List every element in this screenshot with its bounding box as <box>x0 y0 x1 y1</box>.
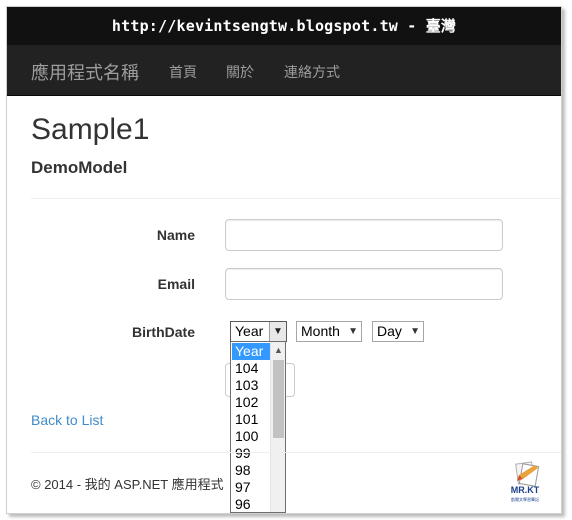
year-option[interactable]: 103 <box>232 377 270 394</box>
svg-text:MR.KT: MR.KT <box>511 485 540 495</box>
year-option[interactable]: 104 <box>232 360 270 377</box>
chevron-up-icon[interactable]: ▲ <box>271 342 285 358</box>
footer-divider <box>31 452 561 453</box>
navbar-brand[interactable]: 應用程式名稱 <box>31 59 139 85</box>
year-option[interactable]: Year <box>232 343 270 360</box>
nav-item-contact[interactable]: 連絡方式 <box>284 62 340 82</box>
year-option[interactable]: 98 <box>232 462 270 479</box>
year-select[interactable]: Year ▼ <box>230 321 287 342</box>
birthdate-label: BirthDate <box>131 324 195 340</box>
back-to-list-link[interactable]: Back to List <box>31 412 103 428</box>
mrkt-logo: MR.KT 凱爾文學習筆記 <box>511 461 540 502</box>
divider <box>31 198 561 199</box>
year-option[interactable]: 97 <box>232 479 270 496</box>
month-select-value: Month <box>301 323 340 339</box>
month-select[interactable]: Month ▼ <box>296 321 362 342</box>
name-label: Name <box>156 227 195 243</box>
year-option[interactable]: 100 <box>232 428 270 445</box>
footer-text: © 2014 - 我的 ASP.NET 應用程式 <box>31 477 224 492</box>
name-input[interactable] <box>225 219 503 251</box>
year-option[interactable]: 102 <box>232 394 270 411</box>
browser-frame: http://kevintsengtw.blogspot.tw - 臺灣 應用程… <box>6 6 562 514</box>
svg-text:凱爾文學習筆記: 凱爾文學習筆記 <box>511 496 539 502</box>
year-option[interactable]: 99 <box>232 445 270 462</box>
year-option[interactable]: 96 <box>232 496 270 512</box>
nav-item-about[interactable]: 關於 <box>226 62 254 82</box>
year-option[interactable]: 101 <box>232 411 270 428</box>
day-select-value: Day <box>377 323 402 339</box>
scrollbar-thumb[interactable] <box>273 360 284 438</box>
navbar: 應用程式名稱 首頁 關於 連絡方式 <box>7 45 561 96</box>
url-banner: http://kevintsengtw.blogspot.tw - 臺灣 <box>7 7 561 45</box>
nav-item-home[interactable]: 首頁 <box>169 62 197 82</box>
chevron-down-icon: ▼ <box>269 322 286 341</box>
year-dropdown-list[interactable]: Year 104 103 102 101 100 99 98 97 96 ▲ <box>230 341 286 513</box>
year-select-value: Year <box>235 323 264 339</box>
day-select[interactable]: Day ▼ <box>372 321 424 342</box>
dropdown-scrollbar[interactable]: ▲ <box>270 342 285 512</box>
email-input[interactable] <box>225 268 503 300</box>
chevron-down-icon: ▼ <box>410 326 420 337</box>
chevron-down-icon: ▼ <box>348 326 358 337</box>
page-title: Sample1 <box>31 113 150 146</box>
model-title: DemoModel <box>31 158 128 177</box>
email-label: Email <box>157 276 195 292</box>
